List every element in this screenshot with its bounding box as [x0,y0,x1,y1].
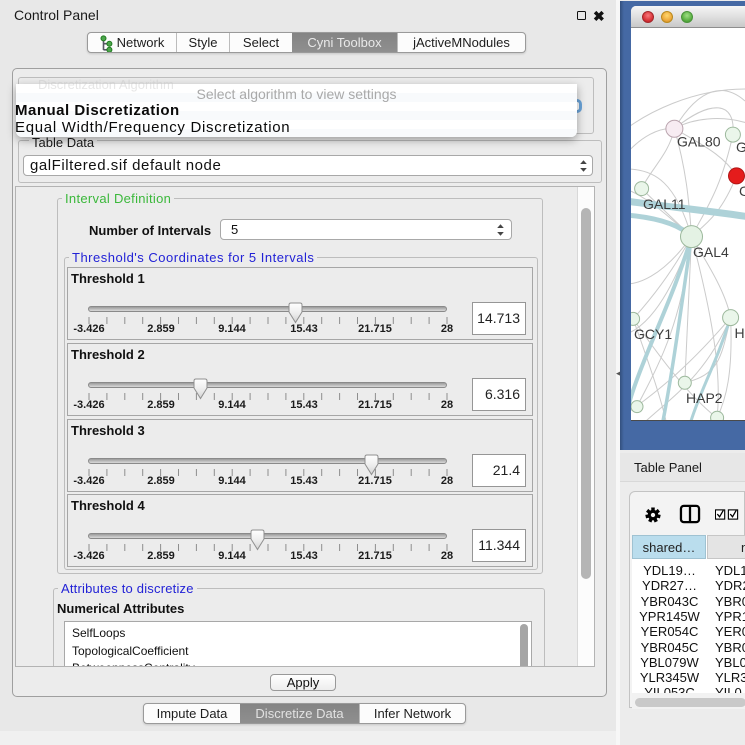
svg-text:HAP2: HAP2 [686,390,723,406]
svg-text:GAL11: GAL11 [643,196,686,212]
svg-text:GAL80: GAL80 [677,134,721,150]
svg-text:C: C [739,183,745,199]
svg-text:GCY1: GCY1 [634,326,672,342]
svg-text:G: G [736,139,745,155]
svg-text:H: H [735,325,745,341]
svg-text:GAL4: GAL4 [693,244,729,260]
